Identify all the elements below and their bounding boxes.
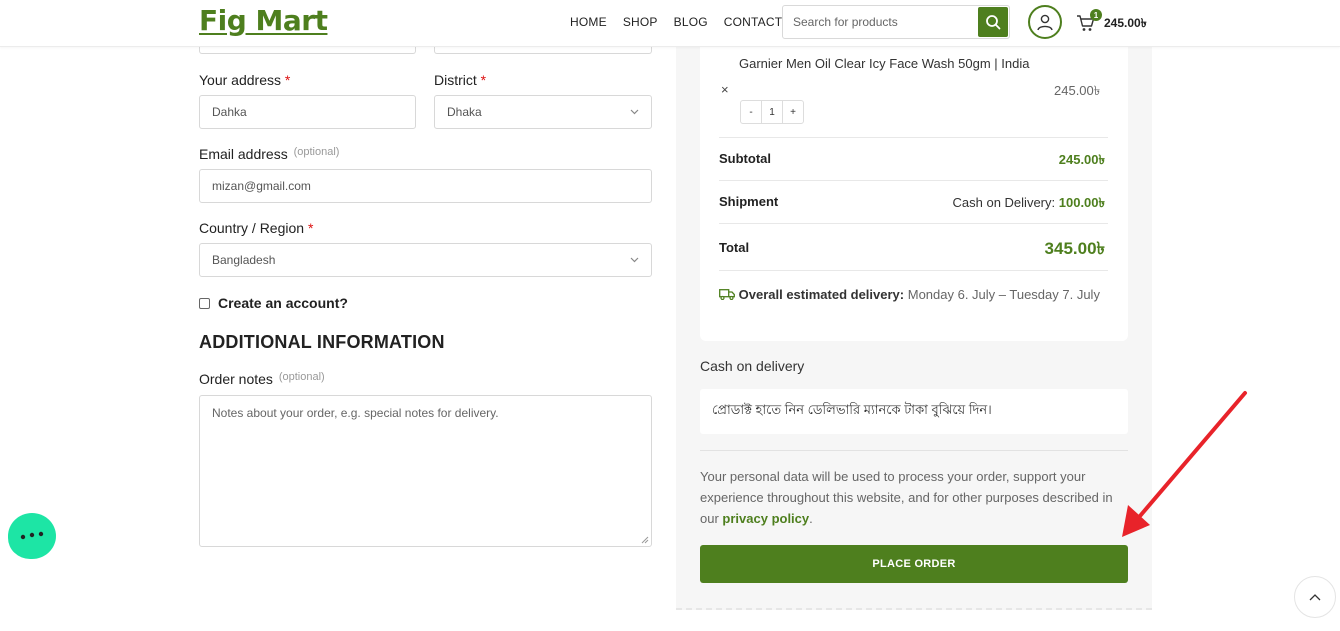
privacy-notice: Your personal data will be used to proce… — [700, 469, 1113, 526]
shipment-label: Shipment — [719, 194, 779, 209]
subtotal-label: Subtotal — [719, 151, 771, 166]
qty-plus-button[interactable]: + — [783, 101, 803, 123]
scroll-to-top-button[interactable] — [1294, 576, 1336, 618]
create-account-label[interactable]: Create an account? — [218, 295, 348, 311]
address-input[interactable]: Dahka — [199, 95, 416, 129]
search-input[interactable] — [783, 6, 979, 38]
resize-handle-icon[interactable] — [641, 536, 649, 544]
nav-contact[interactable]: CONTACT — [724, 15, 783, 29]
search-icon — [986, 15, 1001, 30]
country-select[interactable]: Bangladesh — [199, 243, 652, 277]
chat-icon — [20, 531, 44, 540]
district-value: Dhaka — [447, 105, 482, 119]
remove-item-button[interactable]: × — [721, 82, 729, 97]
country-value: Bangladesh — [212, 253, 276, 267]
search-button[interactable] — [978, 7, 1008, 37]
shipment-value: Cash on Delivery: 100.00৳ — [952, 195, 1105, 210]
quantity-stepper: - 1 + — [740, 100, 804, 124]
order-notes-label: Order notes (optional) — [199, 371, 325, 387]
estimated-delivery: Overall estimated delivery: Monday 6. Ju… — [719, 284, 1109, 305]
annotation-arrow-icon — [1122, 391, 1247, 537]
district-select[interactable]: Dhaka — [434, 95, 652, 129]
user-icon — [1037, 14, 1053, 31]
privacy-policy-link[interactable]: privacy policy — [722, 511, 809, 526]
search-bar — [782, 5, 1010, 39]
main-nav: HOME SHOP BLOG CONTACT — [570, 15, 782, 29]
divider — [700, 450, 1128, 451]
email-input[interactable]: mizan@gmail.com — [199, 169, 652, 203]
site-logo[interactable]: Fig Mart — [199, 4, 328, 37]
divider — [719, 270, 1108, 271]
nav-blog[interactable]: BLOG — [674, 15, 708, 29]
divider — [719, 223, 1108, 224]
divider — [719, 180, 1108, 181]
nav-shop[interactable]: SHOP — [623, 15, 658, 29]
create-account-row: Create an account? — [199, 295, 348, 311]
additional-info-title: ADDITIONAL INFORMATION — [199, 332, 445, 352]
payment-method-title[interactable]: Cash on delivery — [700, 358, 804, 374]
chevron-up-icon — [1309, 594, 1321, 601]
qty-minus-button[interactable]: - — [741, 101, 762, 123]
cart-total: 245.00৳ — [1104, 16, 1147, 30]
place-order-button[interactable]: PLACE ORDER — [700, 545, 1128, 583]
product-name[interactable]: Garnier Men Oil Clear Icy Face Wash 50gm… — [739, 55, 1039, 73]
nav-home[interactable]: HOME — [570, 15, 607, 29]
chevron-down-icon — [630, 109, 639, 115]
cart-button[interactable]: 1 245.00৳ — [1076, 9, 1156, 34]
order-notes-placeholder: Notes about your order, e.g. special not… — [212, 406, 499, 420]
email-label: Email address (optional) — [199, 146, 340, 162]
address-label: Your address * — [199, 72, 291, 88]
create-account-checkbox[interactable] — [199, 297, 210, 309]
subtotal-value: 245.00৳ — [1058, 152, 1105, 167]
payment-method-note: প্রোডাক্ট হাতে নিন ডেলিভারি ম্যানকে টাকা… — [700, 389, 1128, 434]
country-label: Country / Region * — [199, 220, 314, 236]
total-label: Total — [719, 240, 750, 255]
cart-count-badge: 1 — [1090, 9, 1102, 21]
qty-input[interactable]: 1 — [762, 101, 783, 123]
product-price: 245.00৳ — [1054, 83, 1101, 98]
divider — [719, 137, 1108, 138]
chevron-down-icon — [630, 257, 639, 263]
account-button[interactable] — [1028, 5, 1062, 39]
chat-widget-button[interactable] — [8, 513, 56, 559]
truck-icon — [719, 289, 735, 301]
order-notes-textarea[interactable]: Notes about your order, e.g. special not… — [199, 395, 652, 547]
total-value: 345.00৳ — [1044, 239, 1105, 258]
district-label: District * — [434, 72, 487, 88]
site-header: Fig Mart HOME SHOP BLOG CONTACT 1 245.00… — [0, 0, 1340, 47]
